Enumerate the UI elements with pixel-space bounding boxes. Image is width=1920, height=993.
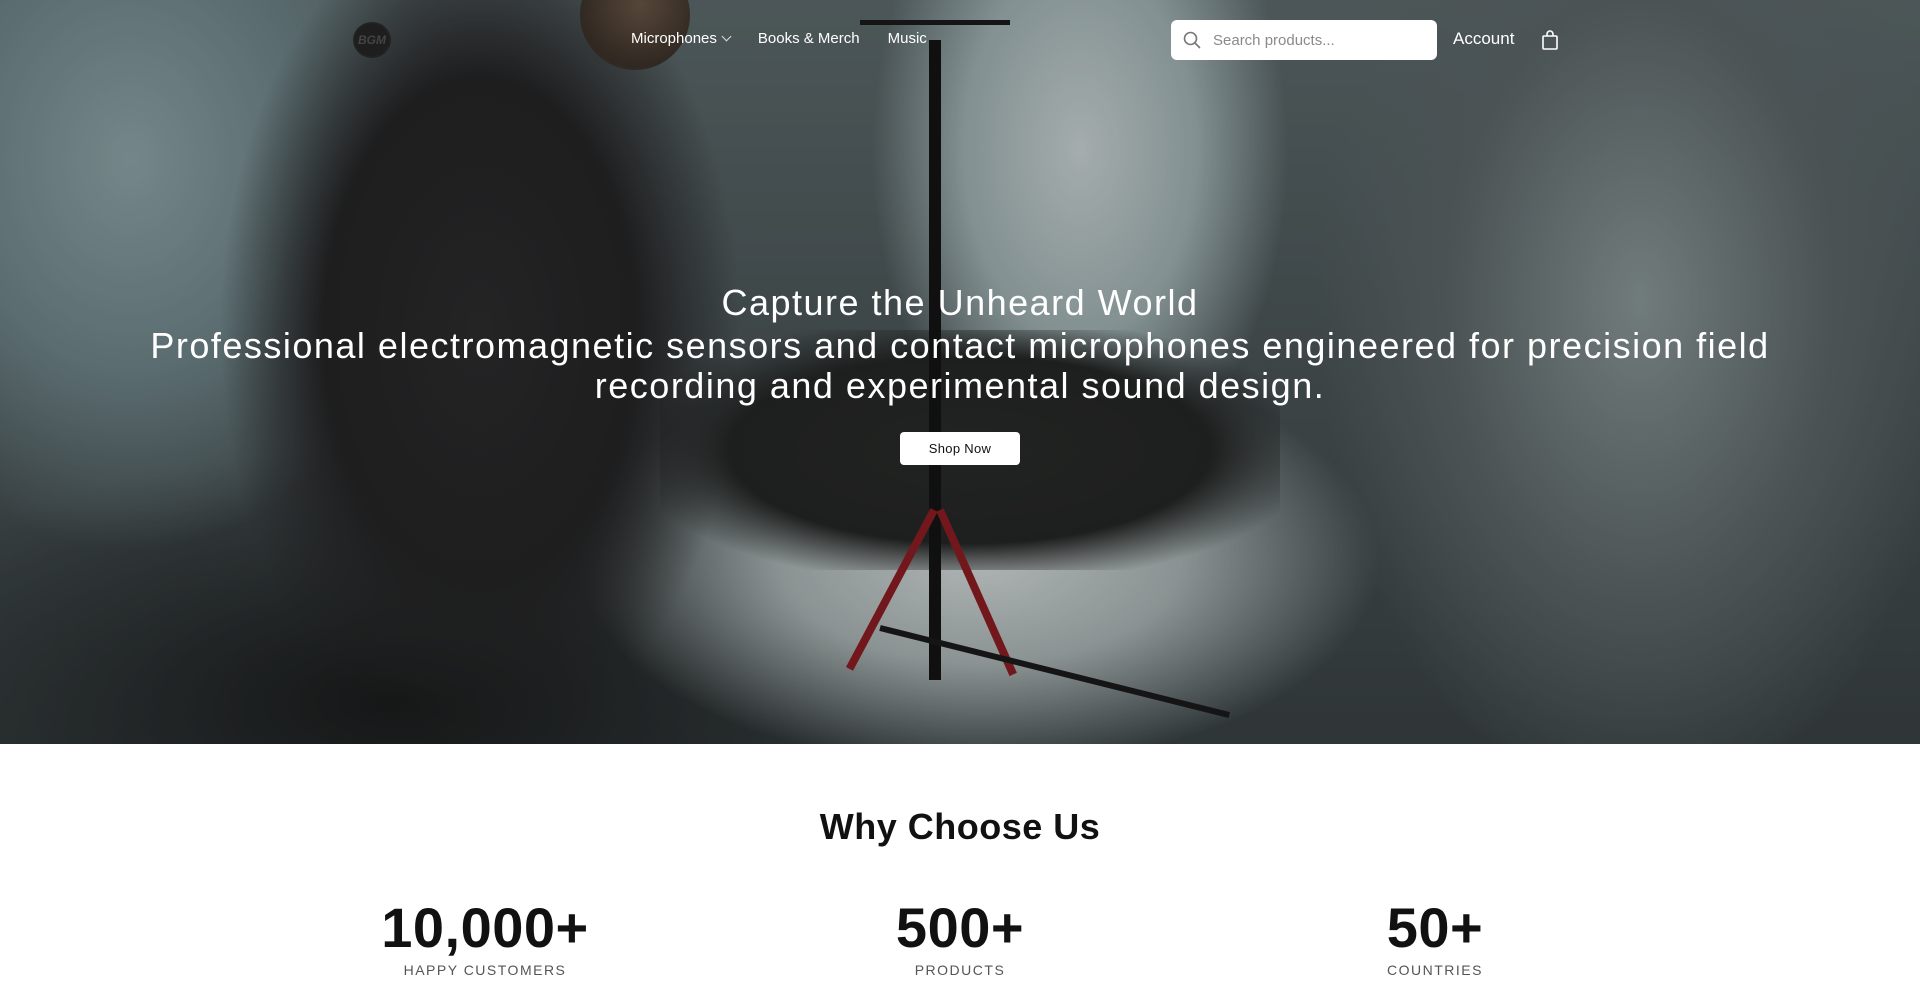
nav-link-books-merch[interactable]: Books & Merch	[758, 30, 860, 47]
stat-value: 500+	[895, 896, 1025, 959]
hero-title: Capture the Unheard World	[721, 282, 1199, 323]
nav-link-label: Microphones	[631, 30, 717, 47]
stat-value: 10,000+	[381, 896, 589, 959]
navbar: BGM Microphones Books & Merch Music Acco…	[0, 0, 1920, 80]
hero-section: Capture the Unheard World Professional e…	[0, 0, 1920, 744]
stat-label: PRODUCTS	[914, 962, 1006, 978]
hero-content: Capture the Unheard World Professional e…	[0, 280, 1920, 465]
search-input[interactable]	[1211, 30, 1435, 50]
brand-logo[interactable]: BGM	[353, 22, 391, 58]
shopping-bag-icon[interactable]	[1540, 29, 1560, 51]
hero-subtitle: Professional electromagnetic sensors and…	[150, 325, 1770, 406]
search-icon	[1183, 31, 1201, 49]
nav-link-label: Books & Merch	[757, 30, 860, 47]
chevron-down-icon	[721, 31, 732, 42]
stat-value: 50+	[1386, 896, 1484, 959]
stat-label: HAPPY CUSTOMERS	[403, 962, 567, 978]
stat-item: 50+ COUNTRIES	[1235, 896, 1635, 978]
stat-label: COUNTRIES	[1387, 962, 1483, 978]
stat-item: 10,000+ HAPPY CUSTOMERS	[285, 896, 685, 978]
stats-section: 10,000+ HAPPY CUSTOMERS 500+ PRODUCTS 50…	[0, 896, 1920, 993]
main-nav: Microphones Books & Merch Music	[631, 30, 927, 47]
account-link[interactable]: Account	[1453, 29, 1514, 49]
search-box	[1171, 20, 1437, 60]
nav-link-music[interactable]: Music	[888, 30, 927, 47]
why-choose-us-heading: Why Choose Us	[819, 806, 1101, 847]
nav-link-microphones[interactable]: Microphones	[631, 30, 732, 47]
nav-link-label: Music	[887, 30, 927, 47]
stat-item: 500+ PRODUCTS	[760, 896, 1160, 978]
shop-now-button[interactable]: Shop Now	[900, 432, 1020, 465]
